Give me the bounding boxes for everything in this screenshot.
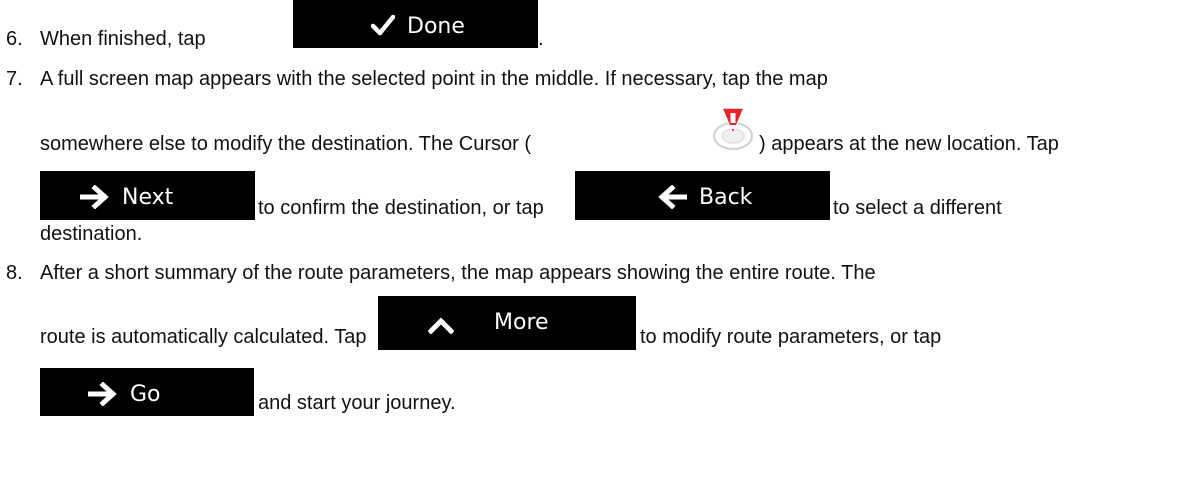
chevron-up-icon — [428, 316, 454, 334]
more-button[interactable]: More — [378, 296, 636, 350]
step-7-line1: A full screen map appears with the selec… — [40, 68, 828, 90]
more-button-label: More — [494, 310, 549, 335]
arrow-right-icon — [88, 382, 118, 406]
step-7-line3a: to confirm the destination, or tap — [258, 197, 544, 219]
step-8-line2a: route is automatically calculated. Tap — [40, 326, 367, 348]
next-button[interactable]: Next — [40, 171, 255, 220]
arrow-left-icon — [657, 185, 687, 209]
back-button-label: Back — [699, 185, 753, 210]
step-number: 6. — [6, 28, 23, 50]
step-7-line2b: ) appears at the new location. Tap — [759, 133, 1059, 155]
arrow-right-icon — [80, 185, 110, 209]
go-button[interactable]: Go — [40, 368, 254, 416]
go-button-label: Go — [130, 382, 161, 407]
step-8-line1: After a short summary of the route param… — [40, 262, 876, 284]
step-7-line2a: somewhere else to modify the destination… — [40, 133, 531, 155]
cursor-icon — [710, 106, 756, 152]
step-6-text-end: . — [538, 28, 544, 50]
done-button[interactable]: Done — [293, 0, 538, 48]
step-6-text: When finished, tap — [40, 28, 206, 50]
done-button-label: Done — [407, 14, 465, 39]
step-8-line2b: to modify route parameters, or tap — [640, 326, 942, 348]
step-number: 7. — [6, 68, 23, 90]
next-button-label: Next — [122, 185, 174, 210]
step-number: 8. — [6, 262, 23, 284]
step-7-line4: destination. — [40, 223, 143, 245]
back-button[interactable]: Back — [575, 171, 830, 220]
step-8-line3: and start your journey. — [258, 392, 456, 414]
step-7-line3b: to select a different — [833, 197, 1002, 219]
check-icon — [371, 14, 395, 36]
